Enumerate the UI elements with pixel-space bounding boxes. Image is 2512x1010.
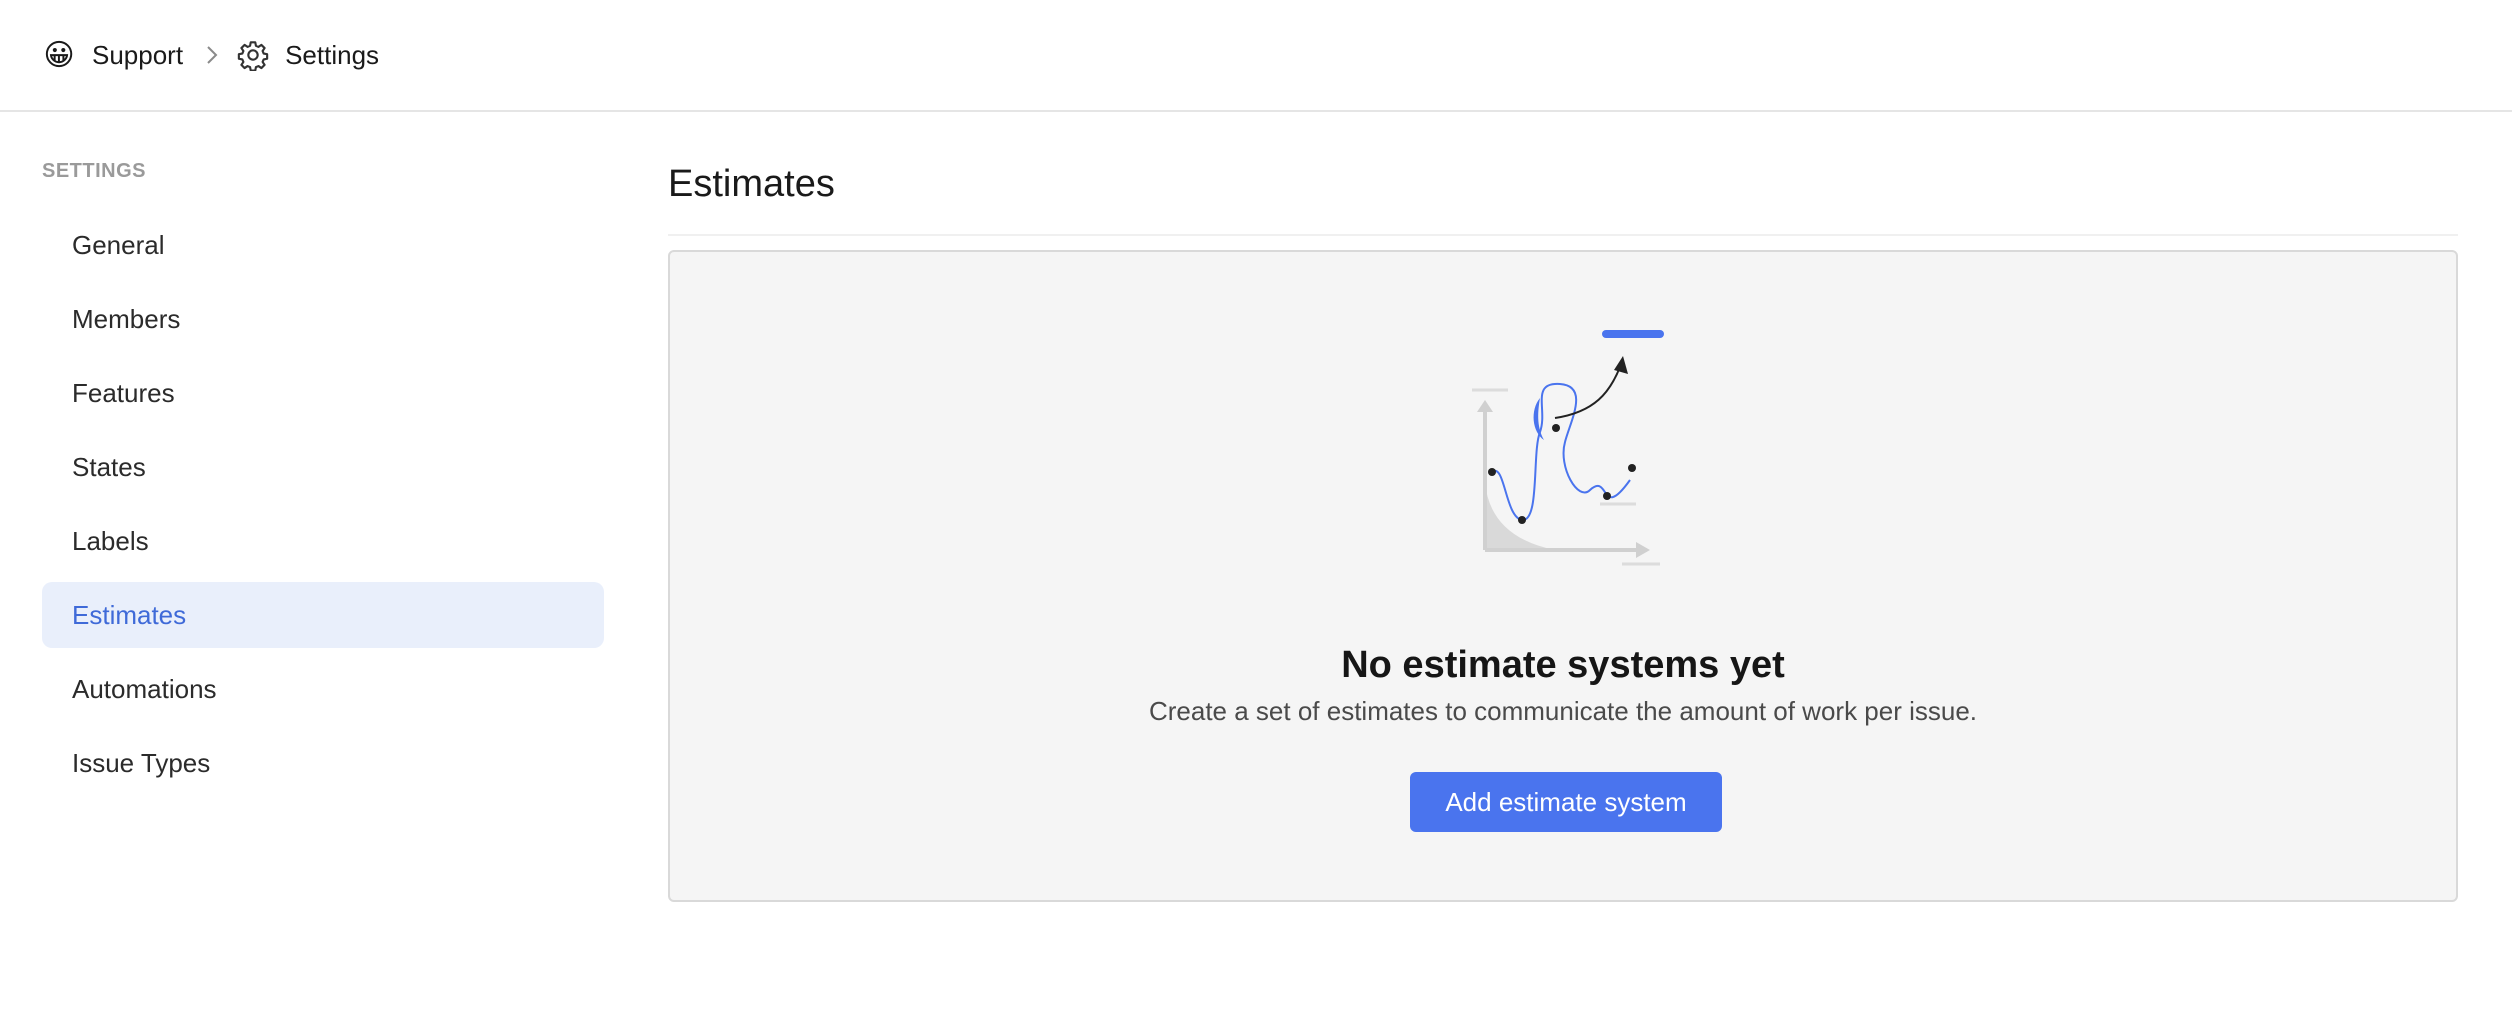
top-header: 😀 Support Settings (0, 0, 2512, 112)
breadcrumb-project[interactable]: Support (92, 40, 183, 71)
sidebar-item-general[interactable]: General (42, 212, 604, 278)
empty-state-title: No estimate systems yet (1341, 644, 1785, 686)
divider (668, 234, 2458, 236)
sidebar-item-estimates[interactable]: Estimates (42, 582, 604, 648)
page-title: Estimates (668, 163, 835, 205)
breadcrumb: 😀 Support Settings (42, 38, 379, 72)
chevron-right-icon (205, 44, 219, 66)
sidebar-item-features[interactable]: Features (42, 360, 604, 426)
breadcrumb-page[interactable]: Settings (285, 40, 379, 71)
settings-sidebar: SETTINGS General Members Features States… (42, 160, 604, 804)
add-estimate-system-button[interactable]: Add estimate system (1410, 772, 1722, 832)
sidebar-heading: SETTINGS (42, 160, 147, 182)
gear-icon (237, 39, 269, 71)
main-content: Estimates No estimate systems yet Create… (668, 160, 2458, 902)
sidebar-item-issue-types[interactable]: Issue Types (42, 730, 604, 796)
sidebar-item-states[interactable]: States (42, 434, 604, 500)
empty-state-card: No estimate systems yet Create a set of … (668, 250, 2458, 902)
sidebar-item-members[interactable]: Members (42, 286, 604, 352)
estimate-chart-illustration (1460, 322, 1670, 587)
project-emoji-icon[interactable]: 😀 (42, 38, 76, 72)
sidebar-item-automations[interactable]: Automations (42, 656, 604, 722)
empty-state-description: Create a set of estimates to communicate… (1148, 696, 1978, 726)
sidebar-item-labels[interactable]: Labels (42, 508, 604, 574)
